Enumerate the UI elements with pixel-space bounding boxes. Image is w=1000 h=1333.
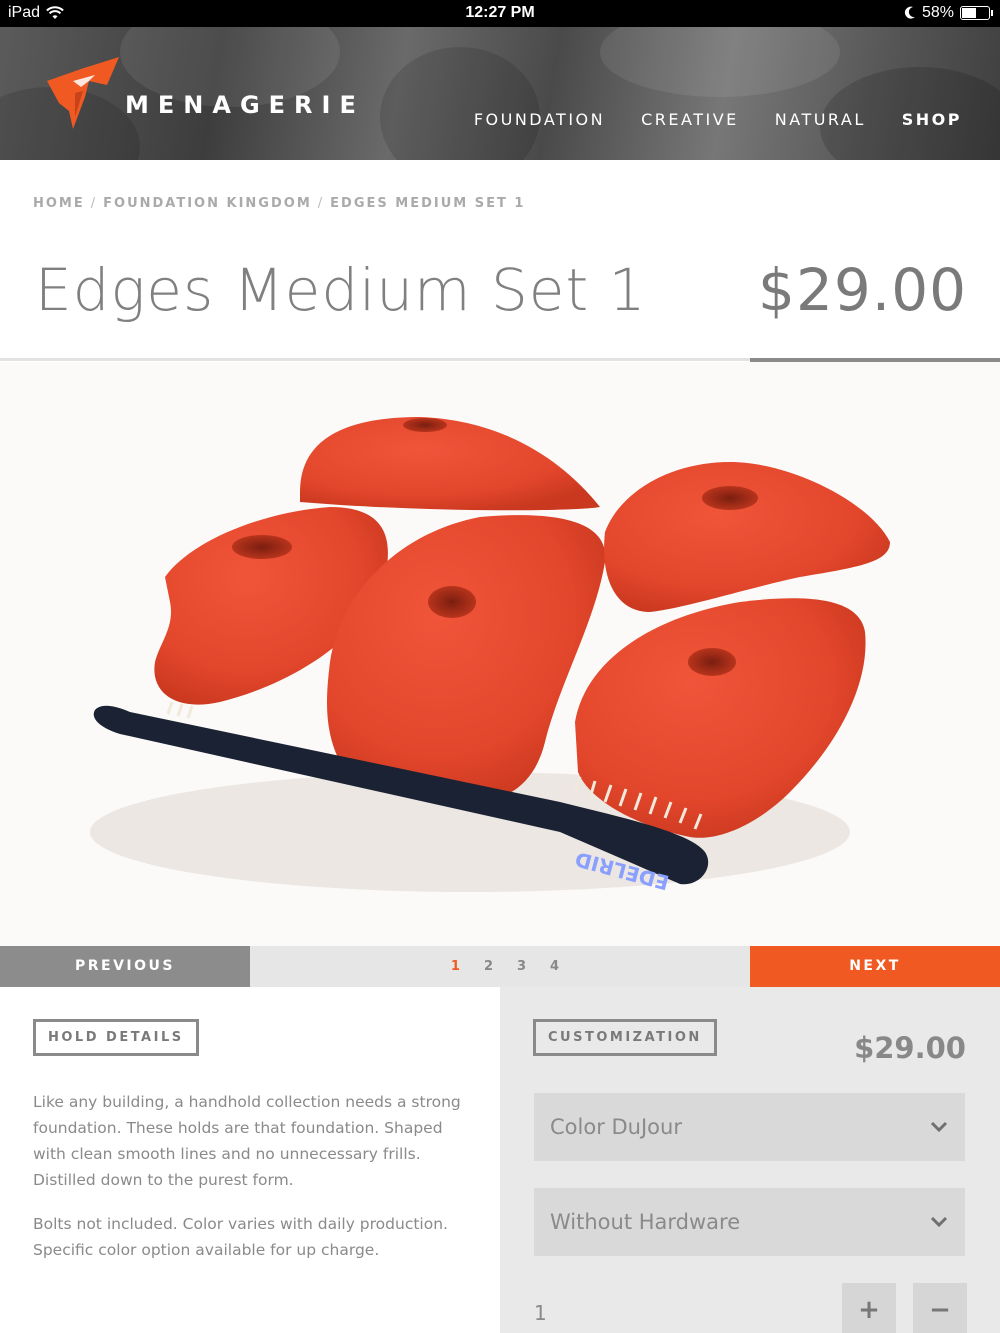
nav-shop[interactable]: SHOP [902, 110, 962, 129]
next-button[interactable]: NEXT [750, 946, 1000, 987]
battery-icon [960, 6, 993, 20]
chevron-down-icon [930, 1216, 948, 1228]
image-pager: PREVIOUS 1 2 3 4 NEXT [0, 946, 1000, 987]
hold-details-heading: HOLD DETAILS [33, 1019, 199, 1056]
hold-details-panel: HOLD DETAILS Like any building, a handho… [0, 987, 500, 1333]
moon-icon [904, 6, 915, 19]
site-header: MENAGERIE FOUNDATION CREATIVE NATURAL SH… [0, 27, 1000, 160]
color-select[interactable]: Color DuJour [534, 1093, 965, 1161]
customization-price: $29.00 [854, 1031, 966, 1065]
previous-button[interactable]: PREVIOUS [0, 946, 250, 987]
increment-button[interactable]: + [842, 1283, 896, 1333]
nav-creative[interactable]: CREATIVE [641, 110, 739, 129]
climbing-holds-illustration: EDELRID [90, 417, 890, 895]
status-bar: iPad 12:27 PM 58% [0, 0, 1000, 27]
breadcrumb: HOME / FOUNDATION KINGDOM / EDGES MEDIUM SET… [33, 196, 526, 211]
nav-natural[interactable]: NATURAL [775, 110, 866, 129]
customization-panel: CUSTOMIZATION $29.00 Color DuJour Withou… [500, 987, 1000, 1333]
clock: 12:27 PM [465, 4, 535, 21]
hold-right-top [604, 462, 890, 612]
hardware-select[interactable]: Without Hardware [534, 1188, 965, 1256]
product-image: EDELRID [0, 362, 1000, 946]
quantity-field[interactable]: 1 [534, 1301, 547, 1325]
hold-top [300, 417, 600, 511]
site-logo[interactable]: MENAGERIE [45, 57, 365, 131]
product-title: Edges Medium Set 1 [35, 256, 647, 324]
menagerie-logo-icon [47, 57, 119, 129]
page-indicators: 1 2 3 4 [250, 946, 750, 987]
page-3[interactable]: 3 [517, 959, 526, 974]
breadcrumb-current: EDGES MEDIUM SET 1 [330, 196, 526, 211]
divider [0, 358, 750, 361]
main-nav: FOUNDATION CREATIVE NATURAL SHOP [474, 110, 962, 129]
battery-percent: 58% [921, 4, 954, 21]
page-4[interactable]: 4 [550, 959, 559, 974]
breadcrumb-home[interactable]: HOME [33, 196, 85, 211]
color-select-value: Color DuJour [550, 1115, 682, 1139]
brand-name: MENAGERIE [125, 91, 365, 119]
page-2[interactable]: 2 [484, 959, 493, 974]
hardware-select-value: Without Hardware [550, 1210, 741, 1234]
breadcrumb-foundation-kingdom[interactable]: FOUNDATION KINGDOM [103, 196, 312, 211]
hold-right-bottom [575, 598, 866, 838]
hold-description: Like any building, a handhold collection… [33, 1093, 461, 1189]
page-1[interactable]: 1 [451, 959, 460, 974]
product-price: $29.00 [758, 256, 967, 324]
hold-note: Bolts not included. Color varies with da… [33, 1215, 448, 1259]
nav-foundation[interactable]: FOUNDATION [474, 110, 605, 129]
chevron-down-icon [930, 1121, 948, 1133]
customization-heading: CUSTOMIZATION [533, 1019, 717, 1056]
decrement-button[interactable]: − [913, 1283, 967, 1333]
